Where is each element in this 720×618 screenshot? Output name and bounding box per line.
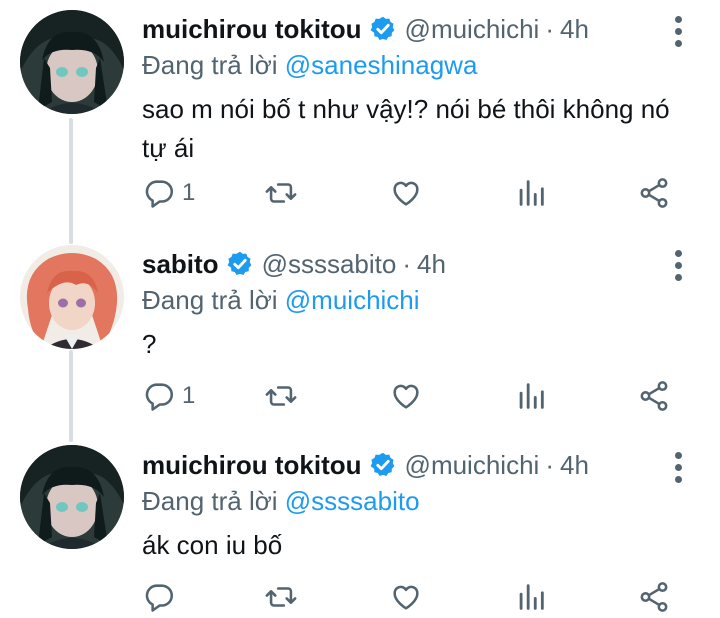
like-icon: [393, 585, 419, 610]
verified-badge-icon: [370, 452, 394, 476]
more-icon[interactable]: [672, 250, 684, 281]
display-name[interactable]: muichirou tokitou: [142, 450, 362, 481]
tweet[interactable]: muichirou tokitou @muichichi · 4h Đang t…: [0, 442, 720, 618]
verified-badge-icon: [227, 251, 251, 275]
tweet-text: ?: [142, 329, 157, 359]
display-name[interactable]: muichirou tokitou: [142, 14, 362, 45]
display-name[interactable]: sabito: [142, 249, 219, 280]
like-icon: [393, 384, 419, 409]
reply-icon: [145, 383, 174, 411]
action-bar: 1: [142, 376, 682, 416]
action-bar: [142, 577, 682, 617]
action-bar: 1: [142, 173, 682, 213]
tweet-header: muichirou tokitou @muichichi · 4h: [142, 446, 680, 484]
reply-context: Đang trả lời @ssssabito: [142, 484, 680, 518]
like-button[interactable]: [389, 173, 423, 213]
separator: ·: [545, 449, 554, 480]
reply-prefix: Đang trả lời: [142, 486, 285, 516]
avatar[interactable]: [20, 10, 124, 114]
tweet[interactable]: muichirou tokitou @muichichi · 4h Đang t…: [0, 0, 720, 236]
retweet-button[interactable]: [264, 577, 298, 617]
reply-prefix: Đang trả lời: [142, 285, 285, 315]
reply-icon: [145, 180, 174, 208]
tweet-header: sabito @ssssabito · 4h: [142, 245, 680, 283]
like-button[interactable]: [389, 577, 423, 617]
user-handle[interactable]: @muichichi: [405, 14, 540, 45]
tweet-text: sao m nói bố t như vậy!? nói bé thôi khô…: [142, 94, 670, 163]
analytics-button[interactable]: [514, 577, 548, 617]
timestamp[interactable]: 4h: [560, 450, 589, 481]
avatar[interactable]: [20, 245, 124, 349]
mention-link[interactable]: @muichichi: [285, 285, 420, 315]
reply-icon: [145, 584, 174, 612]
avatar[interactable]: [20, 445, 124, 549]
share-icon: [640, 582, 668, 612]
user-handle[interactable]: @ssssabito: [262, 249, 397, 280]
like-button[interactable]: [389, 376, 423, 416]
retweet-icon: [265, 386, 297, 406]
like-icon: [393, 181, 419, 206]
reply-context: Đang trả lời @muichichi: [142, 283, 680, 317]
share-button[interactable]: [637, 173, 671, 213]
tweet-text: ák con iu bố: [142, 530, 283, 560]
retweet-button[interactable]: [264, 376, 298, 416]
user-handle[interactable]: @muichichi: [405, 450, 540, 481]
timestamp[interactable]: 4h: [560, 14, 589, 45]
analytics-icon: [519, 383, 544, 409]
tweet-header: muichirou tokitou @muichichi · 4h: [142, 10, 680, 48]
share-button[interactable]: [637, 577, 671, 617]
separator: ·: [402, 248, 412, 279]
analytics-button[interactable]: [514, 173, 548, 213]
reply-button[interactable]: [142, 577, 182, 617]
verified-badge-icon: [370, 16, 394, 40]
more-icon[interactable]: [672, 16, 684, 47]
analytics-button[interactable]: [514, 376, 548, 416]
share-button[interactable]: [637, 376, 671, 416]
retweet-icon: [265, 587, 297, 607]
tweet[interactable]: sabito @ssssabito · 4h Đang trả lời @mui…: [0, 236, 720, 442]
share-icon: [640, 178, 668, 208]
more-icon[interactable]: [672, 452, 684, 483]
timestamp[interactable]: 4h: [417, 249, 446, 280]
mention-link[interactable]: @ssssabito: [285, 486, 420, 516]
reply-prefix: Đang trả lời: [142, 50, 285, 80]
reply-button[interactable]: 1: [142, 376, 195, 416]
retweet-button[interactable]: [264, 173, 298, 213]
retweet-icon: [265, 183, 297, 203]
share-icon: [640, 381, 668, 411]
analytics-icon: [519, 180, 544, 206]
separator: ·: [545, 13, 554, 44]
reply-context: Đang trả lời @saneshinagwa: [142, 48, 680, 82]
mention-link[interactable]: @saneshinagwa: [285, 50, 478, 80]
reply-count: 1: [182, 382, 196, 409]
reply-count: 1: [182, 179, 196, 206]
reply-button[interactable]: 1: [142, 173, 195, 213]
analytics-icon: [519, 584, 544, 610]
